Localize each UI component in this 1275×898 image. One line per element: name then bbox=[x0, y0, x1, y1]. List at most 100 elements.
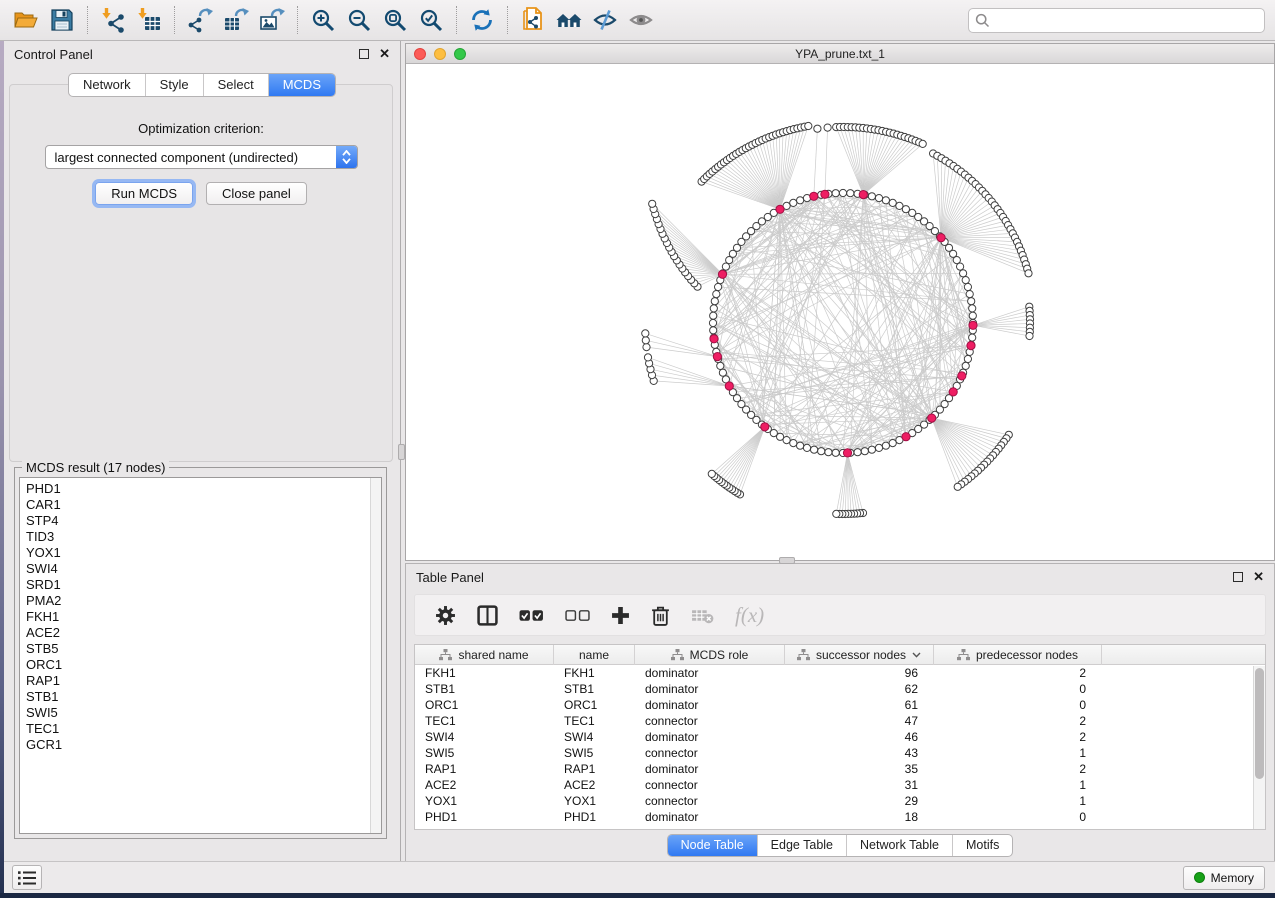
tab-style[interactable]: Style bbox=[145, 74, 203, 96]
add-column-icon[interactable] bbox=[611, 606, 630, 625]
table-row[interactable]: FKH1FKH1dominator962 bbox=[415, 665, 1265, 681]
zoom-fit-icon[interactable] bbox=[379, 4, 411, 36]
open-icon[interactable] bbox=[10, 4, 42, 36]
table-cell: 46 bbox=[785, 729, 934, 745]
export-image-icon[interactable] bbox=[256, 4, 288, 36]
tab-network-table[interactable]: Network Table bbox=[846, 835, 952, 856]
mcds-result-list[interactable]: PHD1CAR1STP4TID3YOX1SWI4SRD1PMA2FKH1ACE2… bbox=[19, 477, 382, 834]
mcds-result-item[interactable]: ORC1 bbox=[26, 657, 365, 673]
mcds-list-scrollbar[interactable] bbox=[370, 478, 381, 833]
mcds-result-item[interactable]: PHD1 bbox=[26, 481, 365, 497]
column-header-successor-nodes[interactable]: successor nodes bbox=[785, 645, 934, 665]
table-cell: 47 bbox=[785, 713, 934, 729]
table-row[interactable]: ORC1ORC1dominator610 bbox=[415, 697, 1265, 713]
column-header-predecessor-nodes[interactable]: predecessor nodes bbox=[934, 645, 1102, 665]
close-table-panel-icon[interactable]: ✕ bbox=[1253, 572, 1264, 582]
network-window-titlebar[interactable]: YPA_prune.txt_1 bbox=[406, 44, 1274, 64]
search-input[interactable] bbox=[990, 10, 1258, 30]
document-network-icon[interactable] bbox=[517, 4, 549, 36]
delete-column-icon[interactable] bbox=[651, 605, 670, 626]
table-divider-handle[interactable] bbox=[779, 557, 795, 564]
mcds-result-item[interactable]: FKH1 bbox=[26, 609, 365, 625]
zoom-selected-icon[interactable] bbox=[415, 4, 447, 36]
search-box[interactable] bbox=[968, 8, 1265, 33]
close-panel-icon[interactable]: ✕ bbox=[379, 49, 390, 59]
column-header-shared-name[interactable]: shared name bbox=[415, 645, 554, 665]
table-row[interactable]: SWI5SWI5connector431 bbox=[415, 745, 1265, 761]
import-table-icon[interactable] bbox=[133, 4, 165, 36]
hide-graphics-details-icon[interactable] bbox=[589, 4, 621, 36]
refresh-network-icon[interactable] bbox=[466, 4, 498, 36]
table-row[interactable]: STB1STB1dominator620 bbox=[415, 681, 1265, 697]
task-history-icon[interactable] bbox=[12, 865, 42, 890]
select-all-icon[interactable] bbox=[519, 608, 544, 623]
delete-table-icon[interactable] bbox=[691, 607, 714, 624]
table-row[interactable]: SWI4SWI4dominator462 bbox=[415, 729, 1265, 745]
table-scrollbar[interactable] bbox=[1253, 666, 1265, 829]
deselect-all-icon[interactable] bbox=[565, 608, 590, 623]
mcds-result-item[interactable]: SRD1 bbox=[26, 577, 365, 593]
column-tree-icon bbox=[671, 649, 684, 661]
mcds-result-item[interactable]: SWI4 bbox=[26, 561, 365, 577]
table-panel-title: Table Panel bbox=[416, 570, 484, 585]
panel-divider-handle[interactable] bbox=[398, 444, 405, 460]
table-cell: 1 bbox=[934, 793, 1102, 809]
import-network-icon[interactable] bbox=[97, 4, 129, 36]
memory-button[interactable]: Memory bbox=[1183, 866, 1265, 890]
table-cell: 31 bbox=[785, 777, 934, 793]
float-table-panel-icon[interactable] bbox=[1233, 572, 1243, 582]
column-header-name[interactable]: name bbox=[554, 645, 635, 665]
table-row[interactable]: RAP1RAP1dominator352 bbox=[415, 761, 1265, 777]
zoom-in-icon[interactable] bbox=[307, 4, 339, 36]
mcds-result-item[interactable]: TID3 bbox=[26, 529, 365, 545]
network-canvas-area[interactable] bbox=[406, 65, 1274, 560]
run-mcds-button[interactable]: Run MCDS bbox=[95, 182, 193, 205]
zoom-out-icon[interactable] bbox=[343, 4, 375, 36]
table-cell: STB1 bbox=[554, 681, 635, 697]
table-cell: 2 bbox=[934, 761, 1102, 777]
criterion-select[interactable]: largest connected component (undirected) bbox=[45, 145, 358, 169]
save-icon[interactable] bbox=[46, 4, 78, 36]
network-graph[interactable] bbox=[406, 65, 1274, 560]
column-header-filler bbox=[1102, 645, 1265, 665]
show-graphics-details-icon[interactable] bbox=[625, 4, 657, 36]
table-row[interactable]: PHD1PHD1dominator180 bbox=[415, 809, 1265, 825]
table-cell: connector bbox=[635, 777, 785, 793]
table-row[interactable]: TEC1TEC1connector472 bbox=[415, 713, 1265, 729]
tab-select[interactable]: Select bbox=[203, 74, 268, 96]
tab-edge-table[interactable]: Edge Table bbox=[757, 835, 846, 856]
mcds-result-item[interactable]: TEC1 bbox=[26, 721, 365, 737]
table-scrollbar-thumb[interactable] bbox=[1255, 668, 1264, 779]
column-header-MCDS-role[interactable]: MCDS role bbox=[635, 645, 785, 665]
close-panel-button[interactable]: Close panel bbox=[206, 182, 307, 205]
mcds-result-item[interactable]: STP4 bbox=[26, 513, 365, 529]
table-cell: SWI5 bbox=[415, 745, 554, 761]
table-cell: FKH1 bbox=[554, 665, 635, 681]
tab-mcds[interactable]: MCDS bbox=[268, 74, 335, 96]
tab-motifs[interactable]: Motifs bbox=[952, 835, 1012, 856]
optimization-criterion-label: Optimization criterion: bbox=[10, 121, 392, 136]
table-cell: YOX1 bbox=[554, 793, 635, 809]
settings-gear-icon[interactable] bbox=[435, 605, 456, 626]
toggle-panes-icon[interactable] bbox=[477, 605, 498, 626]
table-row[interactable]: YOX1YOX1connector291 bbox=[415, 793, 1265, 809]
function-builder-icon[interactable]: f(x) bbox=[735, 603, 764, 628]
mcds-result-item[interactable]: CAR1 bbox=[26, 497, 365, 513]
float-panel-icon[interactable] bbox=[359, 49, 369, 59]
mcds-result-item[interactable]: STB5 bbox=[26, 641, 365, 657]
export-table-icon[interactable] bbox=[220, 4, 252, 36]
houses-icon[interactable] bbox=[553, 4, 585, 36]
tab-network[interactable]: Network bbox=[69, 74, 145, 96]
export-network-icon[interactable] bbox=[184, 4, 216, 36]
memory-status-icon bbox=[1194, 872, 1205, 883]
mcds-result-item[interactable]: GCR1 bbox=[26, 737, 365, 753]
mcds-result-item[interactable]: PMA2 bbox=[26, 593, 365, 609]
table-row[interactable]: ACE2ACE2connector311 bbox=[415, 777, 1265, 793]
mcds-result-item[interactable]: SWI5 bbox=[26, 705, 365, 721]
mcds-result-item[interactable]: RAP1 bbox=[26, 673, 365, 689]
table-cell: connector bbox=[635, 793, 785, 809]
mcds-result-item[interactable]: STB1 bbox=[26, 689, 365, 705]
tab-node-table[interactable]: Node Table bbox=[668, 835, 757, 856]
mcds-result-item[interactable]: YOX1 bbox=[26, 545, 365, 561]
mcds-result-item[interactable]: ACE2 bbox=[26, 625, 365, 641]
